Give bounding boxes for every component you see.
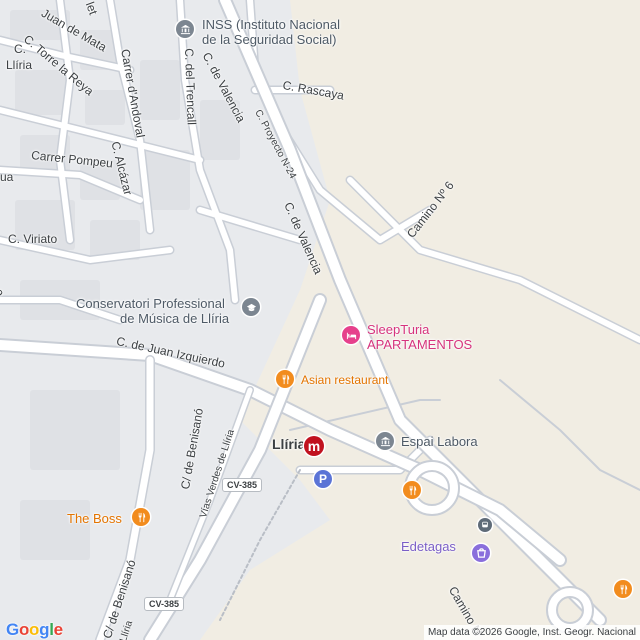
bus-stop-icon[interactable] xyxy=(478,518,492,532)
poi-inss-line2[interactable]: de la Seguridad Social) xyxy=(202,32,336,47)
poi-edetagas[interactable]: Edetagas xyxy=(401,539,456,554)
restaurant-icon[interactable] xyxy=(276,370,294,388)
street-label-lliria-fragment: Llíria xyxy=(6,58,33,72)
government-building-icon[interactable] xyxy=(376,432,394,450)
poi-lliria-station-label[interactable]: Llíria xyxy=(272,437,305,452)
poi-conservatori-line2[interactable]: de Música de Llíria xyxy=(120,311,229,326)
poi-inss-line1[interactable]: INSS (Instituto Nacional xyxy=(202,17,340,32)
street-label-c-viriato: C. Viriato xyxy=(8,232,58,246)
metro-station-icon[interactable]: m xyxy=(304,436,324,456)
restaurant-icon[interactable] xyxy=(614,580,632,598)
google-logo[interactable]: Google xyxy=(6,620,63,640)
map-canvas[interactable]: C. de Valencia C. de Valencia C. del Tre… xyxy=(0,0,640,640)
shop-icon[interactable] xyxy=(472,544,490,562)
street-label-c-fragment: C. xyxy=(14,42,26,56)
school-icon[interactable] xyxy=(242,298,260,316)
poi-sleepturia-line2[interactable]: APARTAMENTOS xyxy=(367,337,472,352)
route-shield-cv385: CV-385 xyxy=(222,478,263,492)
map-attribution[interactable]: Map data ©2026 Google, Inst. Geogr. Naci… xyxy=(423,625,640,640)
hotel-icon[interactable] xyxy=(342,326,360,344)
poi-espai-labora[interactable]: Espai Labora xyxy=(401,434,478,449)
street-label-c-del-trencall: C. del Trencall xyxy=(182,48,199,126)
street-label-ua-fragment: ua xyxy=(0,170,14,184)
poi-the-boss[interactable]: The Boss xyxy=(67,511,122,526)
restaurant-icon[interactable] xyxy=(403,481,421,499)
restaurant-icon[interactable] xyxy=(132,508,150,526)
poi-asian-restaurant[interactable]: Asian restaurant xyxy=(301,373,388,388)
poi-sleepturia-line1[interactable]: SleepTuria xyxy=(367,322,429,337)
parking-icon[interactable]: P xyxy=(314,470,332,488)
government-building-icon[interactable] xyxy=(176,20,194,38)
poi-conservatori-line1[interactable]: Conservatori Professional xyxy=(76,296,225,311)
route-shield-cv385: CV-385 xyxy=(144,597,185,611)
